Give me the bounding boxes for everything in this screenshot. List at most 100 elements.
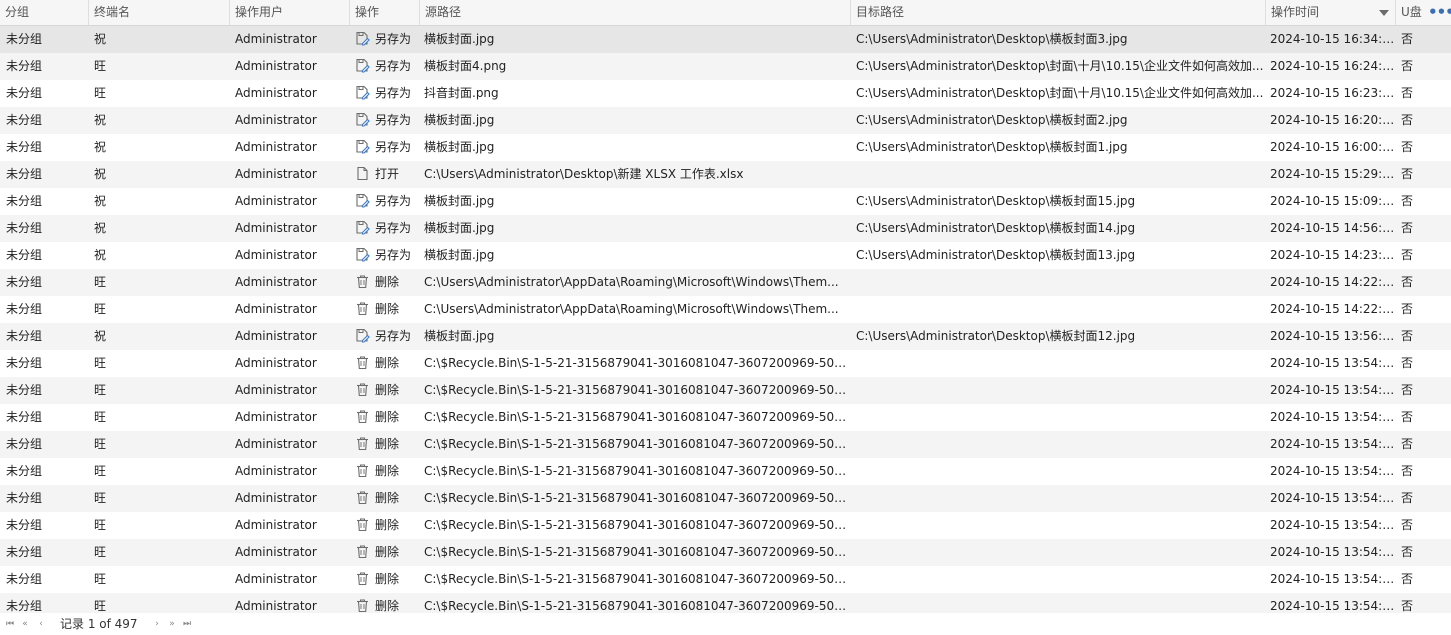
- cell-operation-time: 2024-10-15 14:23:06: [1270, 248, 1396, 262]
- header-group[interactable]: 分组: [0, 0, 89, 25]
- cell-source-path: 横板封面.jpg: [424, 329, 495, 343]
- table-row[interactable]: 未分组 旺 Administrator 删除 C:\Users\Administrato…: [0, 296, 1451, 323]
- cell-usb: 否: [1401, 545, 1414, 559]
- header-terminal[interactable]: 终端名: [89, 0, 230, 25]
- table-row[interactable]: 未分组 旺 Administrator 删除 C:\$Recycle.Bin\S-1-5…: [0, 539, 1451, 566]
- cell-operation: 删除: [350, 539, 420, 566]
- cell-user: Administrator: [235, 221, 317, 235]
- first-page-button[interactable]: ⏮: [4, 616, 16, 632]
- sort-descending-icon[interactable]: [1379, 10, 1389, 16]
- cell-operation: 删除: [350, 458, 420, 485]
- cell-group: 未分组: [6, 491, 43, 505]
- prev-record-button[interactable]: ‹: [35, 616, 47, 632]
- cell-operation-time: 2024-10-15 14:22:07: [1270, 275, 1396, 289]
- cell-operation-time: 2024-10-15 13:54:16: [1270, 383, 1396, 397]
- cell-operation: 删除: [350, 377, 420, 404]
- cell-operation-time: 2024-10-15 13:56:18: [1270, 329, 1396, 343]
- header-operation-time[interactable]: 操作时间: [1266, 0, 1396, 25]
- header-usb[interactable]: U盘: [1396, 0, 1424, 25]
- cell-operation-label: 另存为: [375, 329, 412, 343]
- table-row[interactable]: 未分组 旺 Administrator 删除 C:\$Recycle.Bin\S-1-5…: [0, 566, 1451, 593]
- cell-operation-label: 另存为: [375, 140, 412, 154]
- cell-operation: 另存为: [350, 323, 420, 350]
- cell-usb: 否: [1401, 491, 1414, 505]
- header-user[interactable]: 操作用户: [230, 0, 350, 25]
- cell-operation-time: 2024-10-15 13:54:16: [1270, 545, 1396, 559]
- next-record-button[interactable]: ›: [151, 616, 163, 632]
- table-row[interactable]: 未分组 旺 Administrator 删除 C:\$Recycle.Bin\S-1-5…: [0, 431, 1451, 458]
- cell-operation-label: 删除: [375, 410, 400, 424]
- cell-terminal: 旺: [94, 59, 107, 73]
- table-row[interactable]: 未分组 祝 Administrator 打开 C:\Users\Administrato…: [0, 161, 1451, 188]
- cell-source-path: C:\$Recycle.Bin\S-1-5-21-3156879041-3016…: [424, 464, 851, 478]
- cell-usb: 否: [1401, 32, 1414, 46]
- cell-group: 未分组: [6, 113, 43, 127]
- cell-group: 未分组: [6, 275, 43, 289]
- cell-usb: 否: [1401, 113, 1414, 127]
- cell-user: Administrator: [235, 113, 317, 127]
- cell-user: Administrator: [235, 329, 317, 343]
- cell-target-path: C:\Users\Administrator\Desktop\横板封面3.jpg: [856, 32, 1128, 46]
- cell-operation: 另存为: [350, 107, 420, 134]
- table-row[interactable]: 未分组 祝 Administrator 另存为 横板封面.jpg C:\Users\Adm…: [0, 323, 1451, 350]
- table-row[interactable]: 未分组 祝 Administrator 另存为 横板封面.jpg C:\Users\Adm…: [0, 188, 1451, 215]
- cell-user: Administrator: [235, 383, 317, 397]
- cell-source-path: C:\$Recycle.Bin\S-1-5-21-3156879041-3016…: [424, 572, 851, 586]
- table-row[interactable]: 未分组 祝 Administrator 另存为 横板封面.jpg C:\Users\Adm…: [0, 26, 1451, 53]
- table-row[interactable]: 未分组 旺 Administrator 删除 C:\Users\Administrato…: [0, 269, 1451, 296]
- cell-group: 未分组: [6, 86, 43, 100]
- table-row[interactable]: 未分组 旺 Administrator 删除 C:\$Recycle.Bin\S-1-5…: [0, 404, 1451, 431]
- next-page-button[interactable]: »: [166, 616, 178, 632]
- table-row[interactable]: 未分组 祝 Administrator 另存为 横板封面.jpg C:\Users\Adm…: [0, 242, 1451, 269]
- trash-icon: [355, 544, 370, 559]
- save-as-icon: [355, 220, 370, 235]
- cell-target-path: C:\Users\Administrator\Desktop\封面\十月\10.…: [856, 59, 1264, 73]
- table-row[interactable]: 未分组 旺 Administrator 删除 C:\$Recycle.Bin\S-1-5…: [0, 377, 1451, 404]
- table-row[interactable]: 未分组 旺 Administrator 删除 C:\$Recycle.Bin\S-1-5…: [0, 485, 1451, 512]
- cell-operation: 删除: [350, 269, 420, 296]
- table-row[interactable]: 未分组 旺 Administrator 删除 C:\$Recycle.Bin\S-1-5…: [0, 512, 1451, 539]
- cell-group: 未分组: [6, 410, 43, 424]
- table-row[interactable]: 未分组 旺 Administrator 删除 C:\$Recycle.Bin\S-1-5…: [0, 350, 1451, 377]
- table-row[interactable]: 未分组 旺 Administrator 另存为 横板封面4.png C:\Users\Ad…: [0, 53, 1451, 80]
- header-operation-time-label: 操作时间: [1271, 5, 1320, 19]
- cell-user: Administrator: [235, 302, 317, 316]
- cell-target-path: [851, 458, 1266, 485]
- grid-body: 未分组祝 Administrator 另存为 横板封面.jpg C:\Users\Adm…: [0, 26, 1451, 620]
- cell-user: Administrator: [235, 464, 317, 478]
- table-row[interactable]: 未分组 祝 Administrator 另存为 横板封面.jpg C:\Users\Adm…: [0, 107, 1451, 134]
- cell-operation-time: 2024-10-15 13:54:16: [1270, 518, 1396, 532]
- header-source-path[interactable]: 源路径: [420, 0, 851, 25]
- cell-source-path: 横板封面4.png: [424, 59, 507, 73]
- cell-user: Administrator: [235, 410, 317, 424]
- cell-usb: 否: [1401, 248, 1414, 262]
- cell-operation-time: 2024-10-15 16:34:21: [1270, 32, 1396, 46]
- table-row[interactable]: 未分组 祝 Administrator 另存为 横板封面.jpg C:\Users\Adm…: [0, 134, 1451, 161]
- cell-target-path: C:\Users\Administrator\Desktop\横板封面12.jp…: [856, 329, 1136, 343]
- cell-target-path: [851, 485, 1266, 512]
- more-dots-icon[interactable]: •••: [1428, 0, 1451, 27]
- document-icon: [355, 166, 370, 181]
- cell-terminal: 旺: [94, 545, 107, 559]
- table-row[interactable]: 未分组 祝 Administrator 另存为 横板封面.jpg C:\Users\Adm…: [0, 215, 1451, 242]
- prev-page-button[interactable]: «: [19, 616, 31, 632]
- cell-operation: 另存为: [350, 134, 420, 161]
- cell-target-path: [851, 404, 1266, 431]
- cell-operation-label: 删除: [375, 572, 400, 586]
- last-page-button[interactable]: ⏭: [181, 616, 193, 632]
- cell-operation-label: 删除: [375, 383, 400, 397]
- header-target-path[interactable]: 目标路径: [851, 0, 1266, 25]
- cell-target-path: C:\Users\Administrator\Desktop\横板封面1.jpg: [856, 140, 1128, 154]
- cell-source-path: C:\$Recycle.Bin\S-1-5-21-3156879041-3016…: [424, 545, 851, 559]
- table-row[interactable]: 未分组 旺 Administrator 另存为 抖音封面.png C:\Users\Adm…: [0, 80, 1451, 107]
- cell-terminal: 祝: [94, 248, 107, 262]
- trash-icon: [355, 598, 370, 613]
- header-operation[interactable]: 操作: [350, 0, 420, 25]
- cell-operation-time: 2024-10-15 13:54:16: [1270, 437, 1396, 451]
- cell-operation: 另存为: [350, 80, 420, 107]
- cell-user: Administrator: [235, 32, 317, 46]
- cell-operation-time: 2024-10-15 15:09:43: [1270, 194, 1396, 208]
- table-row[interactable]: 未分组 旺 Administrator 删除 C:\$Recycle.Bin\S-1-5…: [0, 458, 1451, 485]
- cell-operation-time: 2024-10-15 13:54:16: [1270, 572, 1396, 586]
- cell-terminal: 旺: [94, 437, 107, 451]
